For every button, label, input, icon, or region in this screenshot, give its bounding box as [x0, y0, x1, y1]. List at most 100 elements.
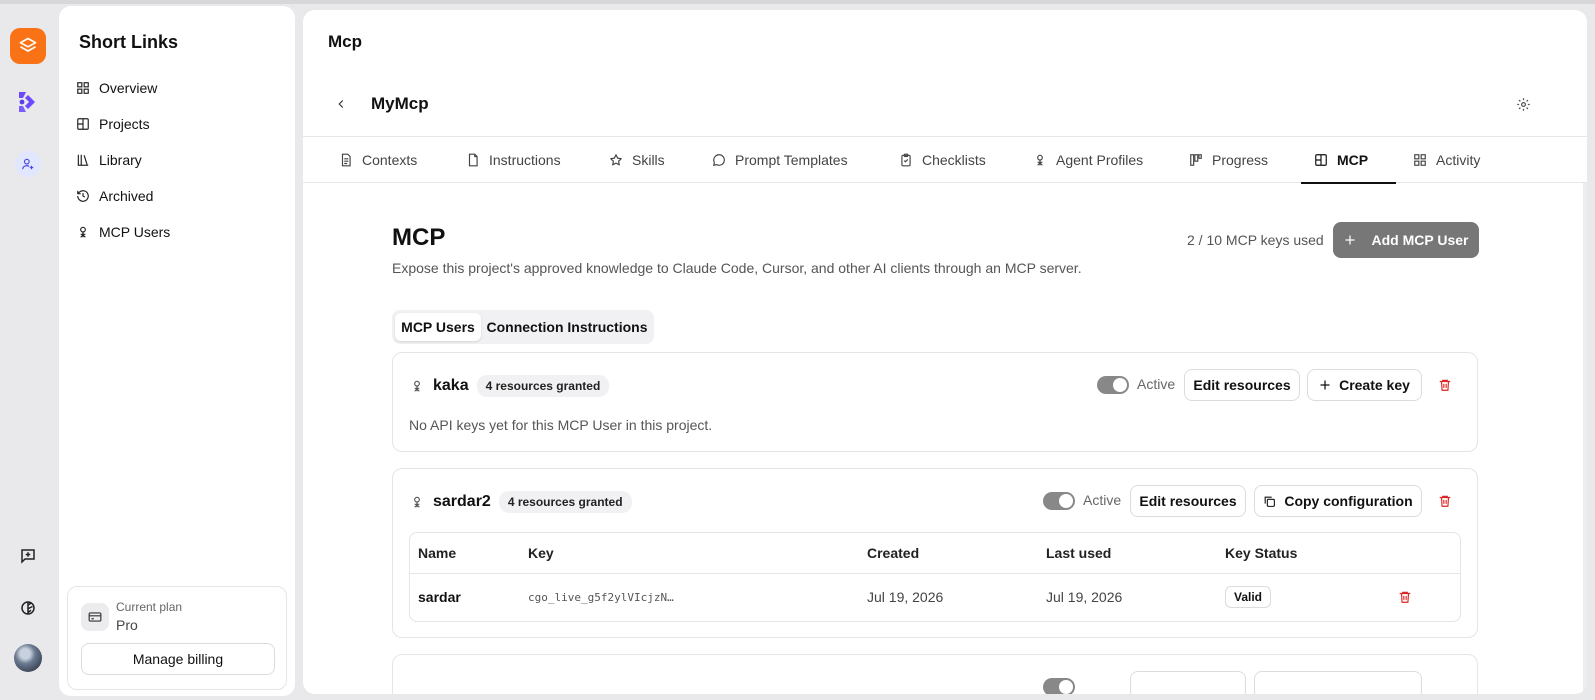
tab-label: Skills [632, 152, 665, 168]
sidebar-title: Short Links [79, 32, 179, 52]
project-settings-button[interactable] [1513, 94, 1533, 114]
sidebar-nav: Overview Projects Library Archived MCP U… [75, 70, 279, 250]
edit-resources-button[interactable]: Edit resources [1130, 485, 1246, 517]
gear-icon [1516, 97, 1530, 111]
tab-instructions[interactable]: Instructions [465, 137, 561, 183]
mcp-user-name: kaka [433, 377, 469, 394]
status-badge: Valid [1225, 586, 1272, 608]
kanban-icon [1188, 152, 1204, 168]
active-toggle[interactable] [1043, 678, 1075, 694]
tab-prompt-templates[interactable]: Prompt Templates [711, 137, 848, 183]
tab-label: Agent Profiles [1056, 152, 1144, 168]
sidebar-item-label: Overview [99, 80, 158, 96]
mcp-user-card-partial [392, 654, 1478, 694]
edit-resources-button[interactable]: Edit resources [1184, 369, 1300, 401]
scrollbar[interactable] [1583, 183, 1587, 694]
project-tabs: Contexts Instructions Skills Prompt Temp… [303, 136, 1587, 184]
mcp-user-card: kaka 4 resources granted Active Edit res… [392, 352, 1478, 452]
agent-icon [409, 378, 425, 394]
api-keys-table: Name Key Created Last used Key Status sa… [409, 532, 1461, 622]
document-icon [338, 152, 354, 168]
user-add-icon [15, 151, 41, 177]
tab-agent-profiles[interactable]: Agent Profiles [1032, 137, 1143, 183]
copy-configuration-button[interactable] [1254, 671, 1422, 694]
project-title: MyMcp [371, 94, 429, 113]
column-header-key-status: Key Status [1225, 545, 1298, 561]
segmented-control: MCP Users Connection Instructions [392, 310, 654, 344]
chevron-left-icon [338, 100, 344, 108]
credit-card-icon [81, 603, 109, 631]
history-icon [75, 188, 91, 204]
active-label: Active [1083, 492, 1122, 508]
tab-label: Progress [1212, 152, 1269, 168]
user-avatar-button[interactable] [10, 640, 46, 676]
message-plus-icon [21, 549, 35, 564]
key-value: cgo_live_g5f2ylVIcjzN… [528, 591, 674, 604]
tab-activity[interactable]: Activity [1412, 137, 1480, 183]
mcp-user-name: sardar2 [433, 493, 491, 510]
plan-label: Current plan [116, 600, 183, 614]
plan-card: Current plan Pro Manage billing [67, 586, 287, 690]
column-header-name: Name [418, 545, 457, 561]
sidebar-item-archived[interactable]: Archived [75, 178, 279, 214]
sidebar-item-label: Projects [99, 116, 150, 132]
star-icon [608, 152, 624, 168]
theme-toggle-button[interactable] [10, 590, 46, 626]
active-toggle[interactable] [1043, 492, 1075, 510]
clipboard-icon [898, 152, 914, 168]
active-toggle[interactable] [1097, 376, 1129, 394]
delete-key-button[interactable] [1397, 589, 1413, 605]
segment-connection-instructions[interactable]: Connection Instructions [484, 313, 650, 341]
sidebar-item-label: Archived [99, 188, 154, 204]
trash-icon [1439, 379, 1451, 391]
tab-checklists[interactable]: Checklists [898, 137, 986, 183]
mcp-user-icon [75, 224, 91, 240]
mcp-user-header: sardar2 4 resources granted [409, 491, 632, 513]
tab-contexts[interactable]: Contexts [338, 137, 417, 183]
add-mcp-user-label: Add MCP User [1371, 232, 1469, 248]
back-button[interactable] [331, 94, 351, 114]
brand-logo-button[interactable] [10, 84, 46, 120]
manage-billing-button[interactable]: Manage billing [81, 643, 275, 675]
chat-icon [711, 152, 727, 168]
sidebar: Short Links Overview Projects Library Ar… [59, 6, 295, 696]
column-header-last-used: Last used [1046, 545, 1112, 561]
column-header-created: Created [867, 545, 920, 561]
sidebar-item-mcp-users[interactable]: MCP Users [75, 214, 279, 250]
projects-icon [75, 116, 91, 132]
agent-icon [409, 494, 425, 510]
resources-badge: 4 resources granted [498, 491, 632, 513]
tab-skills[interactable]: Skills [608, 137, 665, 183]
file-icon [465, 152, 481, 168]
sidebar-item-label: MCP Users [99, 224, 171, 240]
key-created: Jul 19, 2026 [867, 589, 944, 605]
plan-name: Pro [116, 617, 138, 633]
tab-mcp[interactable]: MCP [1301, 137, 1396, 184]
add-mcp-user-button[interactable]: Add MCP User [1333, 222, 1479, 258]
feedback-button[interactable] [10, 538, 46, 574]
plus-icon [1320, 380, 1330, 390]
delete-user-button[interactable] [1437, 493, 1453, 509]
app-switcher-button[interactable] [10, 28, 46, 64]
header-divider [410, 573, 1460, 574]
delete-user-button[interactable] [1437, 377, 1453, 393]
sidebar-item-library[interactable]: Library [75, 142, 279, 178]
tab-label: MCP [1337, 151, 1369, 168]
window-top-strip [0, 0, 1595, 4]
keys-used-count: 2 / 10 MCP keys used [1187, 232, 1324, 248]
tab-progress[interactable]: Progress [1188, 137, 1268, 183]
activity-icon [1412, 152, 1428, 168]
segment-mcp-users[interactable]: MCP Users [395, 313, 481, 341]
edit-resources-button[interactable] [1130, 671, 1246, 694]
copy-configuration-button[interactable]: Copy configuration [1254, 485, 1422, 517]
plus-icon [1345, 235, 1354, 245]
grid-icon [75, 80, 91, 96]
sidebar-item-projects[interactable]: Projects [75, 106, 279, 142]
user-settings-button[interactable] [10, 146, 46, 182]
contrast-icon [21, 601, 35, 615]
tab-label: Checklists [922, 152, 986, 168]
active-label: Active [1137, 376, 1176, 392]
sidebar-item-overview[interactable]: Overview [75, 70, 279, 106]
brand-logo-icon [19, 92, 35, 112]
create-key-button[interactable]: Create key [1307, 369, 1422, 401]
